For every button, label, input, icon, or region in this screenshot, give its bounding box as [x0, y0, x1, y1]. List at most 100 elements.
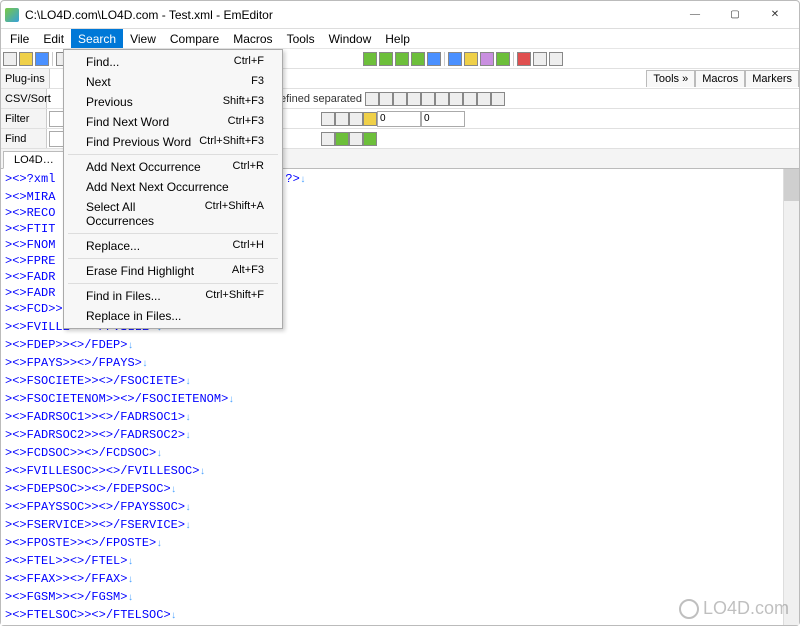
menu-window[interactable]: Window — [322, 29, 379, 48]
watermark: LO4D.com — [679, 598, 789, 619]
menu-separator — [68, 154, 278, 155]
arrow-right-icon[interactable] — [363, 132, 377, 146]
menu-item-shortcut: Ctrl+Shift+F — [205, 289, 264, 303]
sort-90-icon[interactable] — [435, 92, 449, 106]
tool-icon[interactable] — [335, 112, 349, 126]
tool-icon[interactable] — [491, 92, 505, 106]
menu-item-shortcut: Ctrl+F3 — [228, 115, 264, 129]
menu-item-label: Replace in Files... — [86, 309, 181, 323]
menu-item-shortcut: Alt+F3 — [232, 264, 264, 278]
tab-macros[interactable]: Macros — [695, 70, 745, 87]
menu-item-shortcut: Ctrl+R — [233, 160, 264, 174]
menu-separator — [68, 258, 278, 259]
menu-item-label: Previous — [86, 95, 133, 109]
tool-icon[interactable] — [427, 52, 441, 66]
tool-icon[interactable] — [349, 112, 363, 126]
tool-icon[interactable] — [321, 112, 335, 126]
close-button[interactable]: ✕ — [755, 3, 795, 27]
tool-icon[interactable] — [395, 52, 409, 66]
tool-icon[interactable] — [549, 52, 563, 66]
menu-item-next[interactable]: Next F3 — [64, 72, 282, 92]
maximize-button[interactable]: ▢ — [715, 3, 755, 27]
tool-icon[interactable] — [463, 92, 477, 106]
watermark-text: LO4D.com — [703, 598, 789, 619]
menu-edit[interactable]: Edit — [36, 29, 71, 48]
sort-09-icon[interactable] — [421, 92, 435, 106]
tool-icon[interactable] — [365, 92, 379, 106]
menu-help[interactable]: Help — [378, 29, 417, 48]
open-file-icon[interactable] — [19, 52, 33, 66]
tool-icon[interactable] — [379, 92, 393, 106]
record-icon[interactable] — [517, 52, 531, 66]
menu-item-shortcut: Shift+F3 — [223, 95, 264, 109]
tool-icon[interactable] — [321, 132, 335, 146]
scrollbar-thumb[interactable] — [784, 169, 799, 201]
menu-item-find-in-files[interactable]: Find in Files...Ctrl+Shift+F — [64, 286, 282, 306]
menu-compare[interactable]: Compare — [163, 29, 226, 48]
menu-item-find[interactable]: Find...Ctrl+F — [64, 52, 282, 72]
menu-item-find-previous-word[interactable]: Find Previous Word Ctrl+Shift+F3 — [64, 132, 282, 152]
menu-item-label: Add Next Next Occurrence — [86, 180, 229, 194]
menu-item-shortcut: Ctrl+Shift+A — [205, 200, 264, 228]
sort-za-icon[interactable] — [407, 92, 421, 106]
menu-item-shortcut: Ctrl+F — [234, 55, 264, 69]
menu-item-previous[interactable]: Previous Shift+F3 — [64, 92, 282, 112]
find-label: Find — [1, 129, 47, 148]
menu-macros[interactable]: Macros — [226, 29, 279, 48]
tool-icon[interactable] — [335, 132, 349, 146]
tool-icon[interactable] — [349, 132, 363, 146]
menu-item-shortcut: Ctrl+Shift+F3 — [199, 135, 264, 149]
menu-item-erase-find-highlight[interactable]: Erase Find Highlight Alt+F3 — [64, 261, 282, 281]
menu-item-find-next-word[interactable]: Find Next WordCtrl+F3 — [64, 112, 282, 132]
menu-item-replace-in-files[interactable]: Replace in Files... — [64, 306, 282, 326]
menu-item-label: Add Next Occurrence — [86, 160, 201, 174]
tool-icon[interactable] — [477, 92, 491, 106]
app-icon — [5, 8, 19, 22]
tool-icon[interactable] — [363, 52, 377, 66]
tab-markers[interactable]: Markers — [745, 70, 799, 87]
csv-mode-text: efined separated — [277, 93, 365, 105]
sort-az-icon[interactable] — [393, 92, 407, 106]
menu-item-replace[interactable]: Replace...Ctrl+H — [64, 236, 282, 256]
menu-search[interactable]: Search — [71, 29, 123, 48]
menu-tools[interactable]: Tools — [280, 29, 322, 48]
minimize-button[interactable]: — — [675, 3, 715, 27]
menu-file[interactable]: File — [3, 29, 36, 48]
tool-icon[interactable] — [449, 92, 463, 106]
document-tab[interactable]: LO4D… — [3, 151, 65, 169]
menu-item-shortcut: F3 — [251, 75, 264, 89]
filter-count-2[interactable]: 0 — [421, 111, 465, 127]
csv-sort-label: CSV/Sort — [1, 89, 47, 108]
separator — [52, 52, 53, 66]
menu-view[interactable]: View — [123, 29, 163, 48]
tool-icon[interactable] — [411, 52, 425, 66]
plugins-label: Plug-ins — [1, 69, 50, 88]
lock-icon[interactable] — [363, 112, 377, 126]
menu-item-shortcut: Ctrl+H — [233, 239, 264, 253]
menu-item-select-all-occurrences[interactable]: Select All OccurrencesCtrl+Shift+A — [64, 197, 282, 231]
tool-icon[interactable] — [496, 52, 510, 66]
save-icon[interactable] — [35, 52, 49, 66]
separator — [513, 52, 514, 66]
chevron-right-icon: » — [682, 73, 688, 85]
menu-item-label: Erase Find Highlight — [86, 264, 194, 278]
new-file-icon[interactable] — [3, 52, 17, 66]
tab-tools[interactable]: Tools » — [646, 70, 695, 87]
window-controls: — ▢ ✕ — [675, 3, 795, 27]
menu-separator — [68, 283, 278, 284]
menu-item-label: Find Previous Word — [86, 135, 191, 149]
right-tabs: Tools » Macros Markers — [646, 70, 799, 87]
tool-icon[interactable] — [533, 52, 547, 66]
vertical-scrollbar[interactable] — [783, 169, 799, 625]
menu-item-label: Next — [86, 75, 111, 89]
tool-icon[interactable] — [448, 52, 462, 66]
filter-count-1[interactable]: 0 — [377, 111, 421, 127]
tool-icon[interactable] — [379, 52, 393, 66]
menu-item-add-next-next-occurrence[interactable]: Add Next Next Occurrence — [64, 177, 282, 197]
tool-icon[interactable] — [480, 52, 494, 66]
search-dropdown-menu: Find...Ctrl+F Next F3 Previous Shift+F3 Find … — [63, 49, 283, 329]
tool-icon[interactable] — [464, 52, 478, 66]
menu-item-label: Select All Occurrences — [86, 200, 205, 228]
title-bar: C:\LO4D.com\LO4D.com - Test.xml - EmEdit… — [1, 1, 799, 29]
menu-item-add-next-occurrence[interactable]: Add Next Occurrence Ctrl+R — [64, 157, 282, 177]
